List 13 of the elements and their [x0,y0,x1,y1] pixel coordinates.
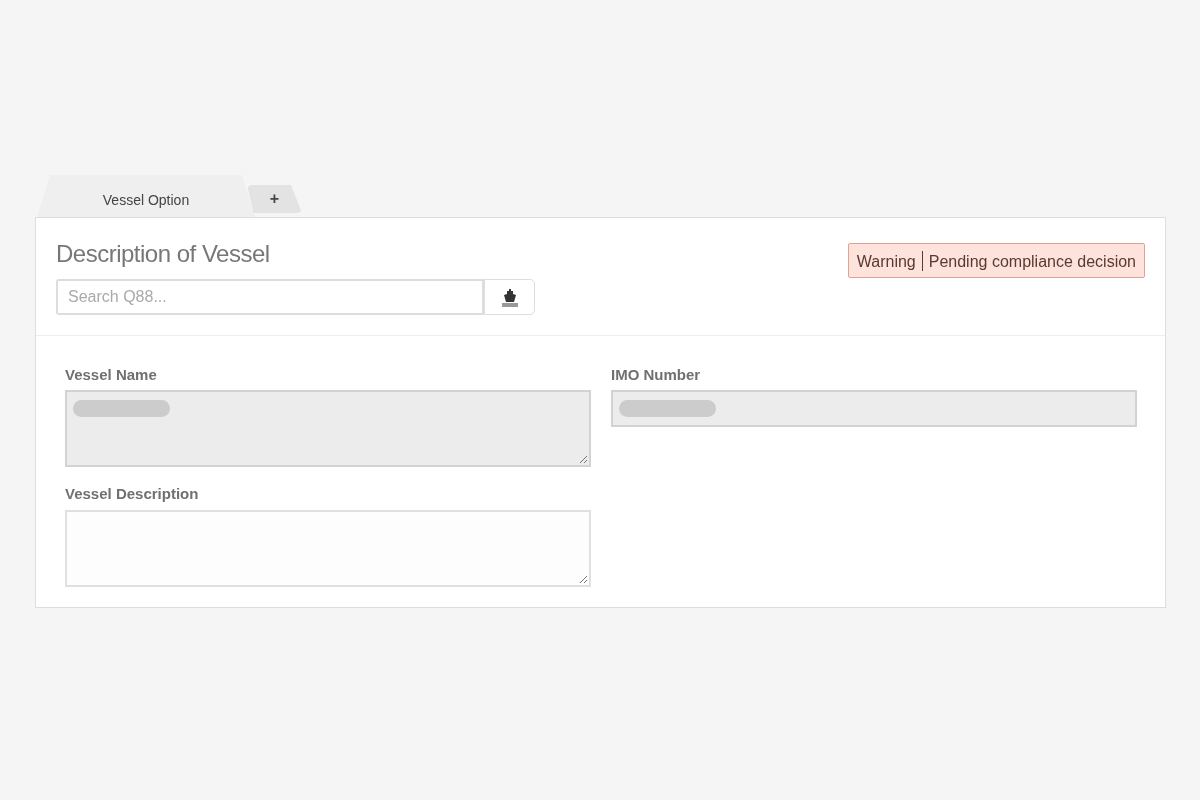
field-label: Vessel Name [65,364,158,385]
field-label: IMO Number [611,364,702,385]
field-label: Vessel Description [65,484,200,505]
tab[interactable]: Vessel Option [37,175,255,217]
search-field[interactable]: Search Q88... [56,278,484,315]
ship-search-button[interactable] [484,278,535,315]
ship-icon [499,286,520,307]
resize-grip-icon [579,455,588,465]
text-area[interactable] [65,509,591,587]
resize-grip-icon [579,574,588,584]
add-tab-button[interactable]: + [247,185,302,213]
warning-badge: Warning Pending compliance decision [847,243,1145,278]
section-title: Description of Vessel [56,240,271,269]
